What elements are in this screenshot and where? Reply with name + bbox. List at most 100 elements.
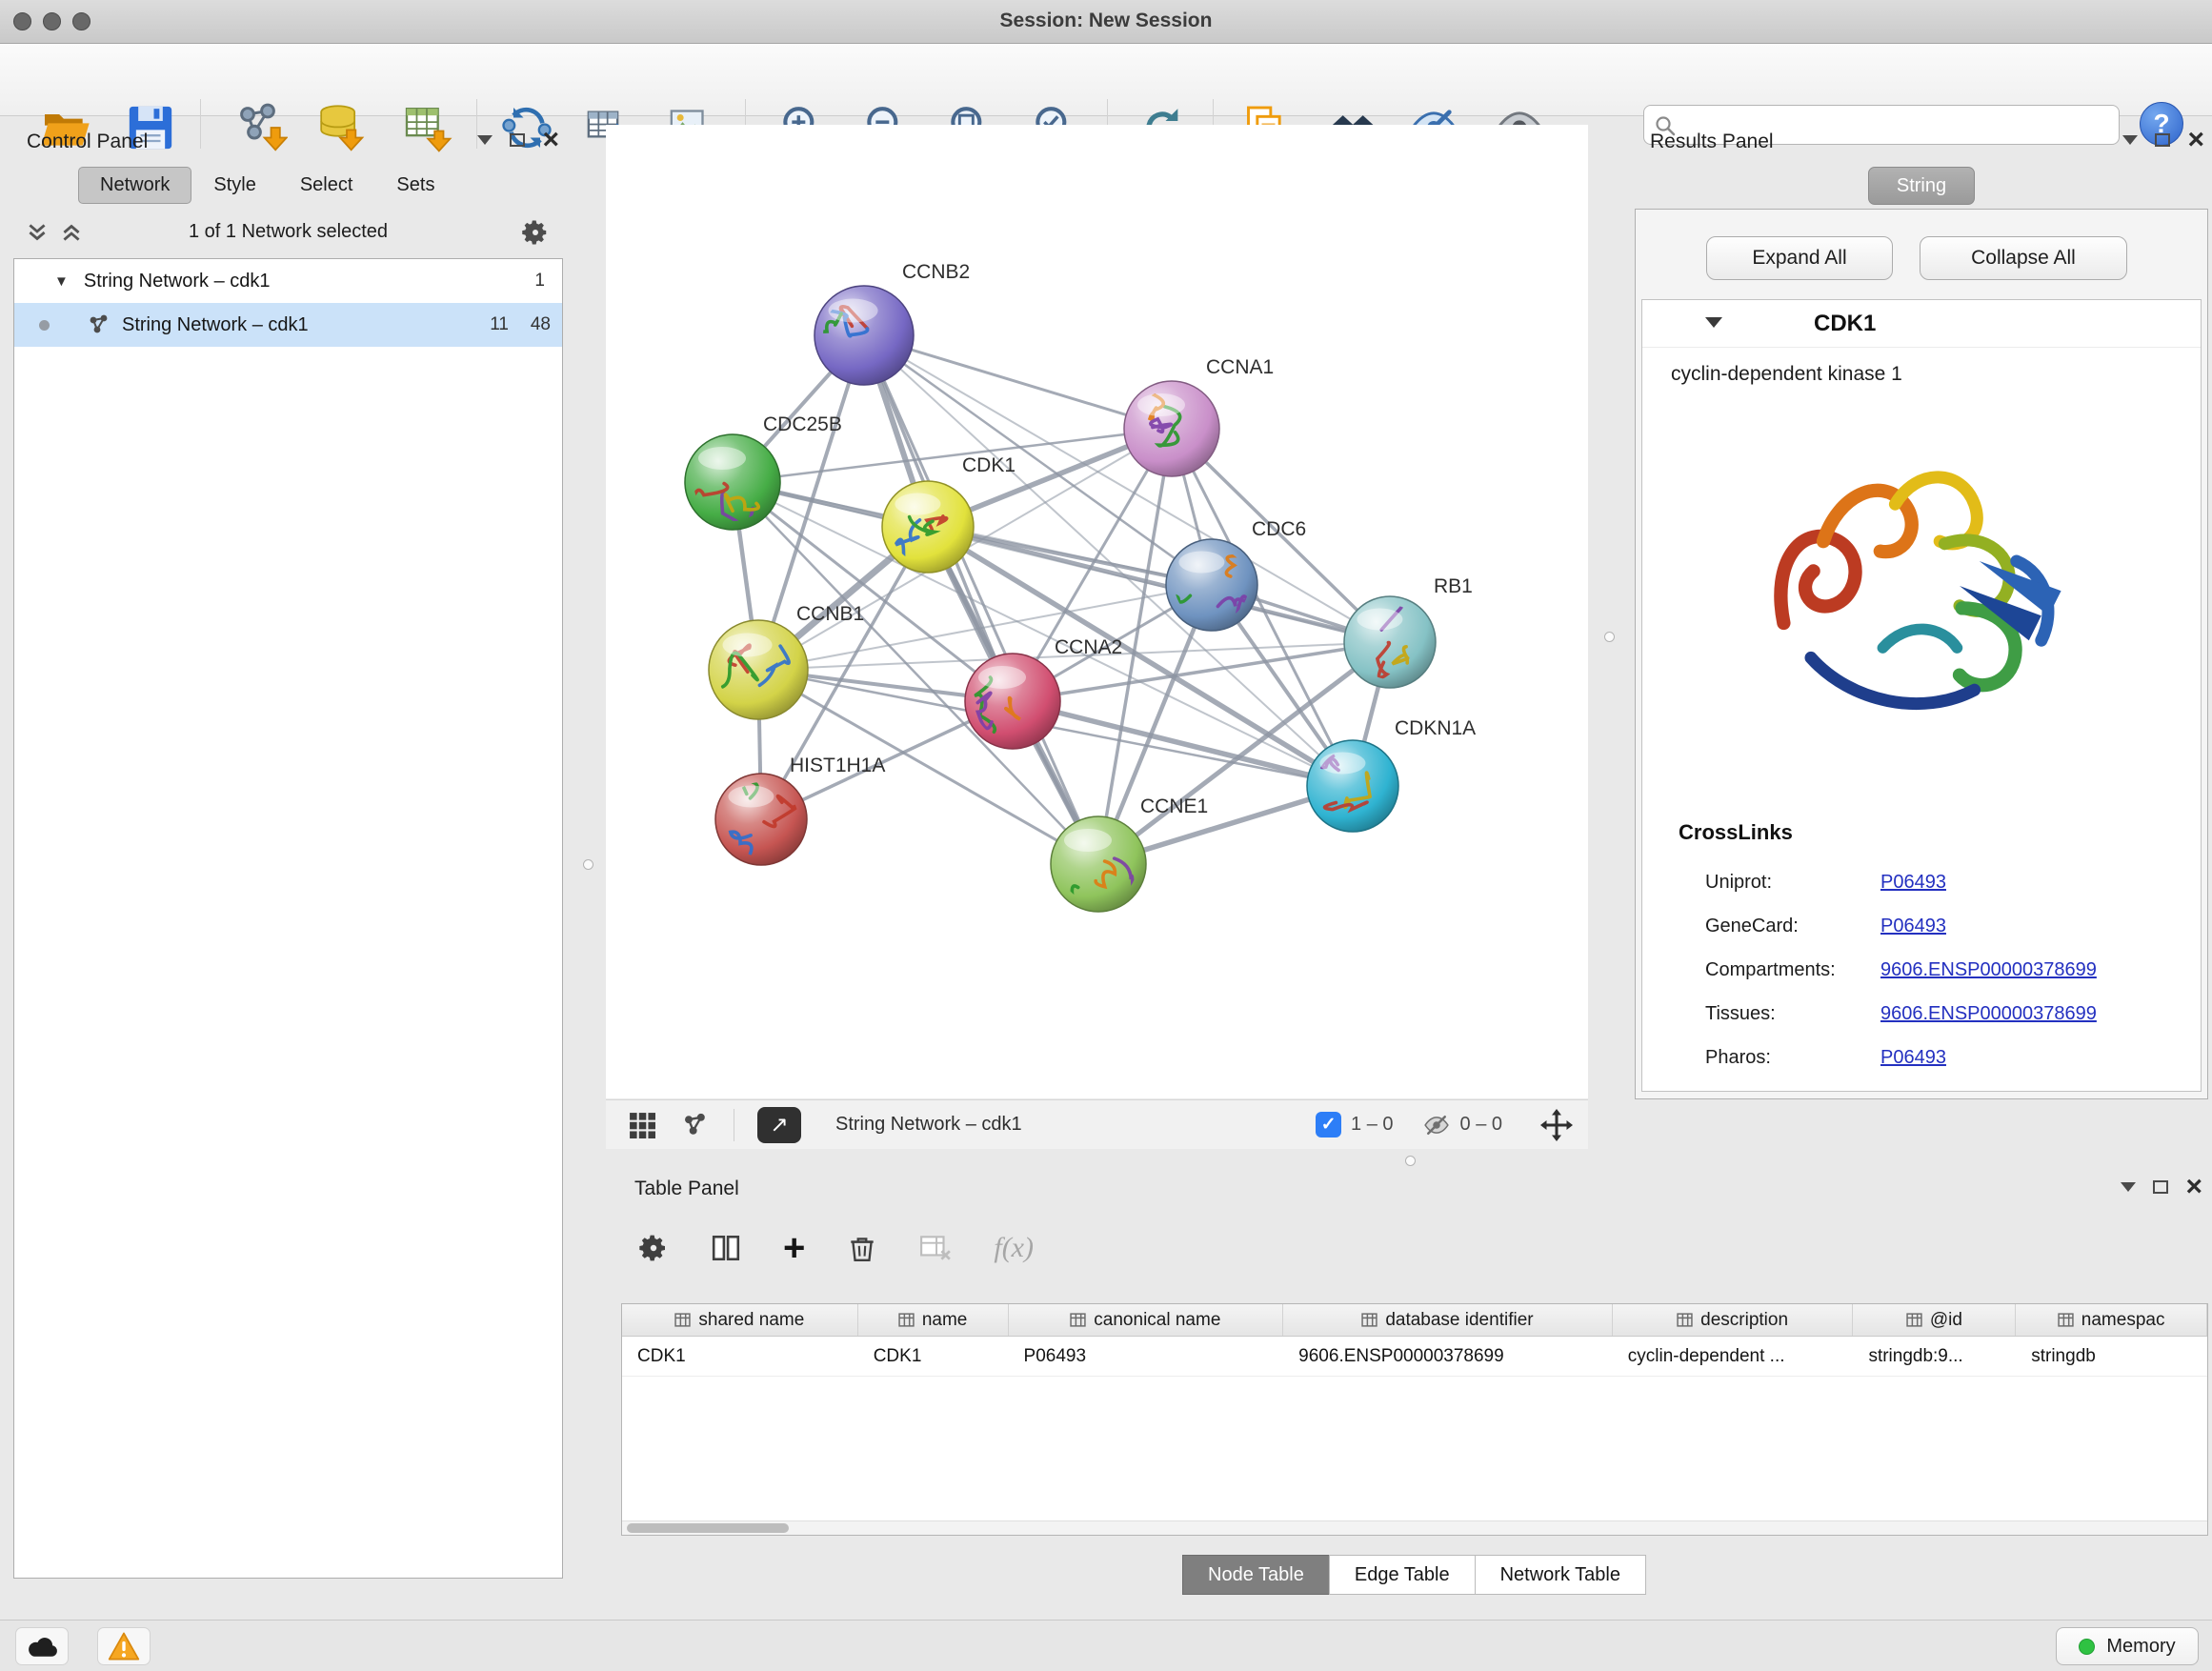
node-label-CCNB2: CCNB2 <box>902 261 970 283</box>
main-toolbar: ? <box>0 44 2212 116</box>
crosslink-link-pharos[interactable]: P06493 <box>1880 1047 1946 1069</box>
network-node-HIST1H1A[interactable]: HIST1H1A <box>715 755 885 865</box>
panel-menu-icon[interactable] <box>2121 1182 2136 1192</box>
crosslink-label-genecard: GeneCard: <box>1705 916 1880 937</box>
network-node-RB1[interactable]: RB1 <box>1344 575 1473 688</box>
table-cell: CDK1 <box>858 1337 1009 1376</box>
disclosure-triangle-icon[interactable]: ▼ <box>54 273 69 290</box>
network-node-CDKN1A[interactable]: CDKN1A <box>1307 717 1476 832</box>
delete-column-trash-icon[interactable] <box>847 1233 877 1263</box>
crosslink-link-uniprot[interactable]: P06493 <box>1880 872 1946 894</box>
network-node-CCNB2[interactable]: CCNB2 <box>810 261 971 385</box>
crosslink-link-compartments[interactable]: 9606.ENSP00000378699 <box>1880 959 2097 981</box>
node-label-CDKN1A: CDKN1A <box>1395 717 1476 739</box>
column-header-database-identifier[interactable]: database identifier <box>1283 1304 1613 1336</box>
selected-checkbox-icon[interactable]: ✓ <box>1316 1112 1341 1137</box>
crosslinks-title: CrossLinks <box>1679 820 1793 845</box>
control-panel: Control Panel × NetworkStyleSelectSets 1… <box>10 125 567 1584</box>
node-label-CDK1: CDK1 <box>962 454 1016 476</box>
delete-table-icon-disabled <box>919 1233 952 1263</box>
column-header-shared-name[interactable]: shared name <box>622 1304 858 1336</box>
network-options-gear-icon[interactable] <box>521 218 550 252</box>
crosslink-label-tissues: Tissues: <box>1705 1003 1880 1025</box>
tab-select[interactable]: Select <box>278 167 375 204</box>
open-in-new-window-button[interactable]: ↗ <box>757 1107 801 1143</box>
string-results-container: Expand All Collapse All CDK1 cyclin-depe… <box>1635 209 2208 1099</box>
panel-menu-icon[interactable] <box>477 135 493 145</box>
memory-status-dot-icon <box>2079 1639 2095 1655</box>
network-canvas[interactable]: CCNB2CCNA1CDC25BCDK1CDC6RB1CCNB1CCNA2CDK… <box>606 125 1588 1098</box>
tab-network-table[interactable]: Network Table <box>1475 1555 1646 1595</box>
table-row[interactable]: CDK1CDK1P064939606.ENSP00000378699cyclin… <box>622 1337 2207 1377</box>
network-node-CDK1[interactable]: CDK1 <box>882 454 1016 573</box>
expand-all-button[interactable]: Expand All <box>1706 236 1893 280</box>
node-label-CCNA1: CCNA1 <box>1206 356 1274 378</box>
hidden-eye-slash-icon[interactable] <box>1422 1111 1451 1139</box>
network-collection-row[interactable]: ▼ String Network – cdk1 1 <box>14 259 562 303</box>
column-header--id[interactable]: @id <box>1853 1304 2016 1336</box>
table-cell: stringdb:9... <box>1853 1337 2016 1376</box>
crosslink-link-tissues[interactable]: 9606.ENSP00000378699 <box>1880 1003 2097 1025</box>
pan-crosshair-icon[interactable] <box>1540 1109 1573 1141</box>
tab-string[interactable]: String <box>1868 167 1975 205</box>
protein-structure-image <box>1737 413 2108 784</box>
hidden-count: 0 – 0 <box>1460 1114 1502 1136</box>
table-panel-title: Table Panel <box>634 1178 739 1200</box>
network-node-CCNA1[interactable]: CCNA1 <box>1124 356 1274 476</box>
scrollbar-thumb[interactable] <box>627 1523 789 1533</box>
crosslink-row-pharos: Pharos:P06493 <box>1705 1036 2187 1079</box>
edge-count: 48 <box>509 314 551 335</box>
network-edge-CCNB2-CCNE1[interactable] <box>864 335 1098 864</box>
splitter-handle[interactable] <box>583 859 593 870</box>
crosslink-row-genecard: GeneCard:P06493 <box>1705 904 2187 948</box>
protein-description: cyclin-dependent kinase 1 <box>1671 363 1902 386</box>
current-network-name: String Network – cdk1 <box>835 1114 1022 1136</box>
network-selection-row: 1 of 1 Network selected <box>10 212 567 254</box>
results-panel: Results Panel × String Expand All Collap… <box>1631 125 2212 1158</box>
network-tree: ▼ String Network – cdk1 1 String Network… <box>13 258 563 1579</box>
splitter-handle[interactable] <box>1405 1156 1416 1166</box>
panel-float-icon[interactable] <box>2155 133 2170 147</box>
create-column-plus-icon[interactable]: + <box>783 1234 805 1262</box>
column-header-namespac[interactable]: namespac <box>2016 1304 2207 1336</box>
birds-eye-grid-icon[interactable] <box>629 1112 655 1138</box>
title-bar: Session: New Session <box>0 0 2212 44</box>
network-glyph-icon[interactable] <box>682 1112 709 1138</box>
collapse-all-button[interactable]: Collapse All <box>1920 236 2127 280</box>
column-header-name[interactable]: name <box>858 1304 1009 1336</box>
tab-network[interactable]: Network <box>78 167 191 204</box>
show-columns-icon[interactable] <box>711 1233 741 1263</box>
tab-style[interactable]: Style <box>191 167 277 204</box>
current-network-bullet-icon <box>39 320 50 331</box>
crosslink-label-compartments: Compartments: <box>1705 959 1880 981</box>
panel-close-icon[interactable]: × <box>2187 131 2204 150</box>
crosslink-link-genecard[interactable]: P06493 <box>1880 916 1946 937</box>
memory-button[interactable]: Memory <box>2056 1627 2199 1665</box>
section-collapse-icon[interactable] <box>1705 317 1722 328</box>
network-view[interactable]: CCNB2CCNA1CDC25BCDK1CDC6RB1CCNB1CCNA2CDK… <box>606 125 1588 1098</box>
warning-icon[interactable] <box>97 1627 151 1665</box>
panel-float-icon[interactable] <box>2153 1180 2168 1194</box>
crosslink-row-tissues: Tissues:9606.ENSP00000378699 <box>1705 992 2187 1036</box>
network-row-selected[interactable]: String Network – cdk1 11 48 <box>14 303 562 347</box>
column-header-description[interactable]: description <box>1613 1304 1854 1336</box>
collection-label: String Network – cdk1 <box>84 271 271 292</box>
node-label-CDC25B: CDC25B <box>763 413 842 435</box>
table-options-gear-icon[interactable] <box>638 1233 669 1263</box>
network-node-CCNB1[interactable]: CCNB1 <box>709 603 864 719</box>
panel-float-icon[interactable] <box>510 133 525 147</box>
tab-sets[interactable]: Sets <box>374 167 456 204</box>
cloud-icon[interactable] <box>15 1627 69 1665</box>
node-table: shared namenamecanonical namedatabase id… <box>621 1303 2208 1536</box>
tab-node-table[interactable]: Node Table <box>1182 1555 1330 1595</box>
panel-menu-icon[interactable] <box>2122 135 2138 145</box>
panel-close-icon[interactable]: × <box>2185 1178 2202 1197</box>
column-header-canonical-name[interactable]: canonical name <box>1009 1304 1284 1336</box>
panel-close-icon[interactable]: × <box>542 131 559 150</box>
table-horizontal-scrollbar[interactable] <box>622 1520 2207 1535</box>
tab-edge-table[interactable]: Edge Table <box>1329 1555 1476 1595</box>
collection-count: 1 <box>534 271 545 292</box>
protein-section-header[interactable]: CDK1 <box>1642 300 2201 348</box>
node-count: 11 <box>467 314 509 335</box>
splitter-handle[interactable] <box>1604 632 1615 642</box>
